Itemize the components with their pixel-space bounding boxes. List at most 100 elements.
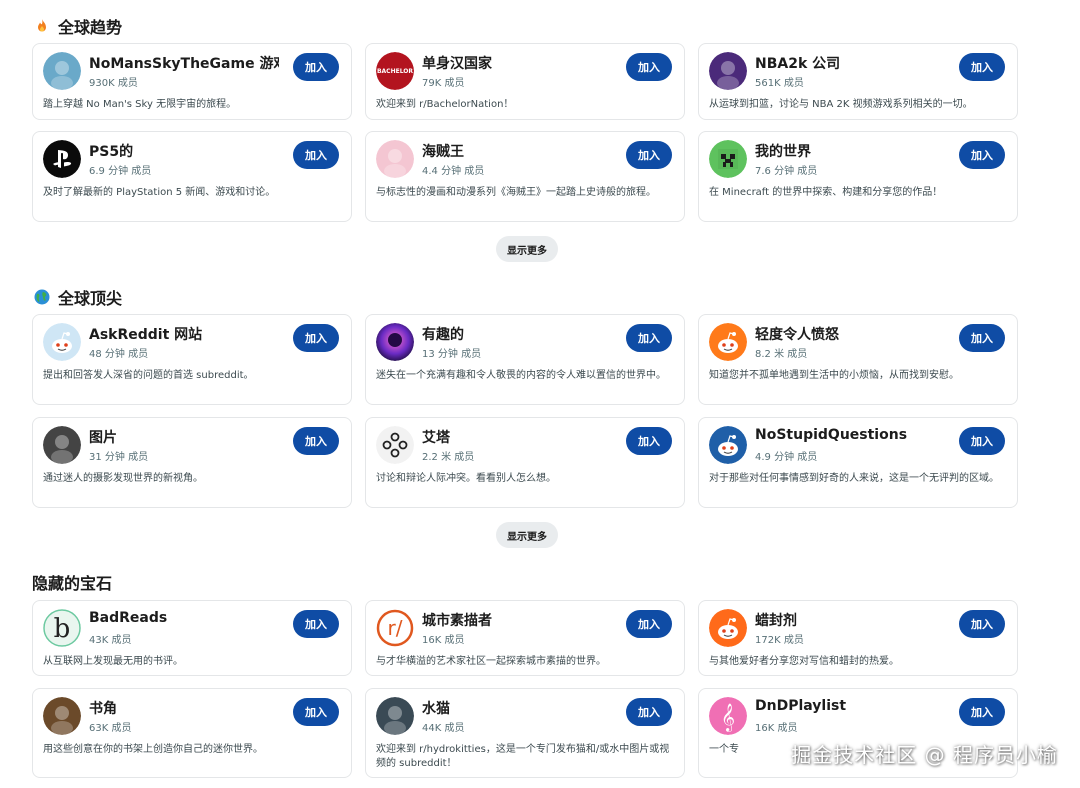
community-card[interactable]: 书角 63K 成员 用这些创意在你的书架上创造你自己的迷你世界。 加入 — [32, 688, 352, 778]
community-name[interactable]: 我的世界 — [755, 141, 811, 161]
interesting-avatar-icon — [376, 323, 414, 361]
community-card[interactable]: 轻度令人愤怒 8.2 米 成员 知道您并不孤单地遇到生活中的小烦恼，从而找到安慰。 加… — [698, 314, 1018, 405]
community-description: 与才华横溢的艺术家社区一起探索城市素描的世界。 — [376, 656, 606, 667]
svg-text:BACHELOR: BACHELOR — [377, 68, 413, 75]
aita-avatar-icon — [376, 426, 414, 464]
community-description: 从互联网上发现最无用的书评。 — [43, 656, 183, 667]
community-description: 与标志性的漫画和动漫系列《海贼王》一起踏上史诗般的旅程。 — [376, 187, 656, 198]
community-card[interactable]: r/城市素描者 16K 成员与才华横溢的艺术家社区一起探索城市素描的世界。 加入 — [365, 600, 685, 676]
playstation-avatar-icon — [43, 140, 81, 178]
join-button[interactable]: 加入 — [293, 610, 339, 638]
join-button[interactable]: 加入 — [626, 698, 672, 726]
community-name[interactable]: 单身汉国家 — [422, 53, 492, 73]
community-card[interactable]: 有趣的 13 分钟 成员 迷失在一个充满有趣和令人敬畏的内容的令人难以置信的世界中。… — [365, 314, 685, 405]
community-card[interactable]: NoStupidQuestions 4.9 分钟 成员对于那些对任何事情感到好奇的… — [698, 417, 1018, 508]
member-count: 561K 成员 — [755, 78, 804, 89]
community-description: 用这些创意在你的书架上创造你自己的迷你世界。 — [43, 744, 263, 755]
join-button[interactable]: 加入 — [959, 427, 1005, 455]
community-name[interactable]: 图片 — [89, 427, 117, 447]
member-count: 4.9 分钟 成员 — [755, 452, 818, 463]
member-count: 16K 成员 — [755, 723, 798, 734]
join-button[interactable]: 加入 — [293, 698, 339, 726]
globe-icon — [34, 289, 50, 305]
join-button[interactable]: 加入 — [293, 427, 339, 455]
community-description: 在 Minecraft 的世界中探索、构建和分享您的作品！ — [709, 187, 943, 198]
community-name[interactable]: 海贼王 — [422, 141, 464, 161]
fire-icon — [38, 19, 46, 32]
community-name[interactable]: 蜡封剂 — [755, 610, 797, 630]
join-button[interactable]: 加入 — [626, 427, 672, 455]
community-description: 踏上穿越 No Man's Sky 无限宇宙的旅程。 — [43, 99, 237, 110]
show-more-button[interactable]: 显示更多 — [496, 236, 558, 262]
member-count: 79K 成员 — [422, 78, 465, 89]
member-count: 7.6 分钟 成员 — [755, 166, 818, 177]
community-description: 与其他爱好者分享您对写信和蜡封的热爱。 — [709, 656, 899, 667]
join-button[interactable]: 加入 — [959, 141, 1005, 169]
askreddit-avatar-icon — [43, 323, 81, 361]
join-button[interactable]: 加入 — [293, 141, 339, 169]
community-card[interactable]: 蜡封剂 172K 成员与其他爱好者分享您对写信和蜡封的热爱。 加入 — [698, 600, 1018, 676]
music-note-avatar-icon: 𝄞 — [709, 697, 747, 735]
hydrokitty-avatar-icon — [376, 697, 414, 735]
section-title-text: 全球顶尖 — [58, 289, 123, 308]
community-card[interactable]: NBA2k 公司 561K 成员从运球到扣篮，讨论与 NBA 2K 视频游戏系列相… — [698, 43, 1018, 120]
community-name[interactable]: 艾塔 — [422, 427, 450, 447]
member-count: 31 分钟 成员 — [89, 452, 149, 463]
member-count: 4.4 分钟 成员 — [422, 166, 485, 177]
community-name[interactable]: 水猫 — [422, 698, 450, 718]
join-button[interactable]: 加入 — [626, 610, 672, 638]
community-description: 从运球到扣篮，讨论与 NBA 2K 视频游戏系列相关的一切。 — [709, 99, 973, 110]
member-count: 8.2 米 成员 — [755, 349, 808, 360]
community-card[interactable]: AskReddit 网站 48 分钟 成员提出和回答发人深省的问题的首选 subr… — [32, 314, 352, 405]
community-name[interactable]: 有趣的 — [422, 324, 464, 344]
member-count: 16K 成员 — [422, 635, 465, 646]
badreads-avatar-icon: b — [43, 609, 81, 647]
community-name[interactable]: AskReddit 网站 — [89, 324, 202, 344]
community-card[interactable]: 海贼王 4.4 分钟 成员与标志性的漫画和动漫系列《海贼王》一起踏上史诗般的旅程。… — [365, 131, 685, 222]
join-button[interactable]: 加入 — [959, 698, 1005, 726]
community-name[interactable]: PS5的 — [89, 141, 133, 161]
community-name[interactable]: NBA2k 公司 — [755, 53, 840, 73]
community-card[interactable]: 我的世界 7.6 分钟 成员在 Minecraft 的世界中探索、构建和分享您的作… — [698, 131, 1018, 222]
join-button[interactable]: 加入 — [626, 141, 672, 169]
community-name[interactable]: 书角 — [89, 698, 117, 718]
community-card[interactable]: PS5的 6.9 分钟 成员 及时了解最新的 PlayStation 5 新闻、游戏… — [32, 131, 352, 222]
join-button[interactable]: 加入 — [626, 324, 672, 352]
join-button[interactable]: 加入 — [959, 53, 1005, 81]
join-button[interactable]: 加入 — [959, 610, 1005, 638]
community-card[interactable]: NoMansSkyTheGame 游戏 930K 成员踏上穿越 No Man's … — [32, 43, 352, 120]
member-count: 13 分钟 成员 — [422, 349, 482, 360]
community-card[interactable]: b BadReads 43K 成员 从互联网上发现最无用的书评。 加入 — [32, 600, 352, 676]
join-button[interactable]: 加入 — [293, 53, 339, 81]
join-button[interactable]: 加入 — [959, 324, 1005, 352]
member-count: 44K 成员 — [422, 723, 465, 734]
nostupid-avatar-icon — [709, 426, 747, 464]
community-card[interactable]: 艾塔 2.2 米 成员 讨论和辩论人际冲突。看看别人怎么想。 加入 — [365, 417, 685, 508]
community-name[interactable]: 轻度令人愤怒 — [755, 324, 839, 344]
community-description: 及时了解最新的 PlayStation 5 新闻、游戏和讨论。 — [43, 187, 276, 198]
community-name[interactable]: DnDPlaylist — [755, 698, 846, 714]
community-description: 欢迎来到 r/BachelorNation！ — [376, 99, 514, 110]
community-name[interactable]: 城市素描者 — [422, 610, 492, 630]
nomanssky-avatar-icon — [43, 52, 81, 90]
community-description: 对于那些对任何事情感到好奇的人来说，这是一个无评判的区域。 — [709, 473, 999, 484]
show-more-button[interactable]: 显示更多 — [496, 522, 558, 548]
community-description: 欢迎来到 r/hydrokitties，这是一个专门发布猫和/或水中图片或视频的… — [376, 744, 670, 769]
community-card[interactable]: BACHELOR 单身汉国家 79K 成员欢迎来到 r/BachelorNation… — [365, 43, 685, 120]
community-name[interactable]: NoStupidQuestions — [755, 427, 907, 443]
member-count: 48 分钟 成员 — [89, 349, 149, 360]
join-button[interactable]: 加入 — [626, 53, 672, 81]
community-card[interactable]: 图片 31 分钟 成员 通过迷人的摄影发现世界的新视角。 加入 — [32, 417, 352, 508]
community-card[interactable]: 水猫 44K 成员欢迎来到 r/hydrokitties，这是一个专门发布猫和/或… — [365, 688, 685, 778]
member-count: 2.2 米 成员 — [422, 452, 475, 463]
community-description: 提出和回答发人深省的问题的首选 subreddit。 — [43, 370, 254, 381]
community-name[interactable]: BadReads — [89, 610, 167, 626]
svg-text:r/: r/ — [388, 616, 403, 640]
member-count: 172K 成员 — [755, 635, 804, 646]
join-button[interactable]: 加入 — [293, 324, 339, 352]
onepiece-avatar-icon — [376, 140, 414, 178]
community-name[interactable]: NoMansSkyTheGame 游戏 — [89, 53, 279, 73]
member-count: 930K 成员 — [89, 78, 138, 89]
waxseal-avatar-icon — [709, 609, 747, 647]
section-title-top: 全球顶尖 — [34, 285, 122, 309]
